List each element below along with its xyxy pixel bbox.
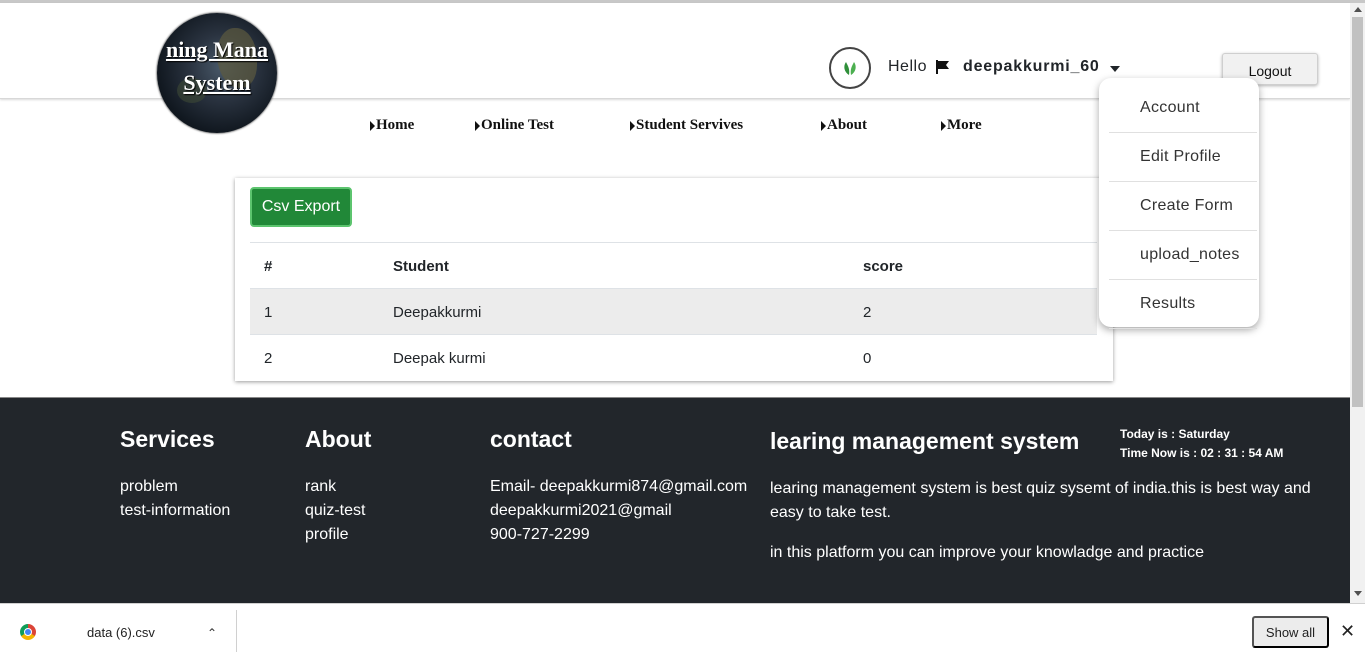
table-row: 2 Deepak kurmi 0 bbox=[250, 335, 1097, 381]
table-cell: 2 bbox=[264, 349, 273, 367]
contact-phone: 900-727-2299 bbox=[490, 526, 590, 543]
lms-description: learing management system is best quiz s… bbox=[770, 480, 1311, 521]
column-header: Student bbox=[393, 257, 449, 275]
download-file-name[interactable]: data (6).csv bbox=[87, 625, 155, 640]
contact-email: Email- deepakkurmi874@gmail.com bbox=[490, 478, 748, 495]
nav-item-about[interactable]: About bbox=[821, 117, 867, 134]
nav-label: Student Servives bbox=[636, 117, 744, 133]
results-card: Csv Export # Student score 1 Deepakkurmi… bbox=[235, 178, 1113, 381]
table-header-row: # Student score bbox=[250, 243, 1097, 289]
site-logo[interactable]: ning Mana System bbox=[157, 13, 277, 133]
contact-email-alt: deepakkurmi2021@gmail bbox=[490, 502, 672, 519]
caret-right-icon bbox=[475, 120, 480, 131]
table-cell: Deepak kurmi bbox=[393, 349, 486, 367]
table-cell: 0 bbox=[863, 349, 872, 367]
nav-item-more[interactable]: More bbox=[941, 117, 982, 134]
greeting-text: Hello bbox=[888, 58, 927, 75]
lms-description-2: in this platform you can improve your kn… bbox=[770, 544, 1204, 561]
user-avatar[interactable] bbox=[829, 47, 871, 89]
menu-item-results[interactable]: Results bbox=[1109, 280, 1257, 329]
menu-item-create-form[interactable]: Create Form bbox=[1109, 182, 1257, 231]
table-cell: Deepakkurmi bbox=[393, 303, 482, 321]
leaf-icon bbox=[844, 62, 856, 75]
nav-item-home[interactable]: Home bbox=[370, 117, 414, 134]
user-dropdown-menu: Account Edit Profile Create Form upload_… bbox=[1099, 78, 1259, 329]
nav-label: Home bbox=[376, 117, 415, 133]
menu-item-upload-notes[interactable]: upload_notes bbox=[1109, 231, 1257, 280]
logo-text-line2: System bbox=[183, 70, 251, 95]
nav-label: Online Test bbox=[481, 117, 554, 133]
menu-item-account[interactable]: Account bbox=[1109, 84, 1257, 133]
caret-right-icon bbox=[821, 120, 826, 131]
close-icon[interactable]: ✕ bbox=[1340, 621, 1355, 642]
column-header: # bbox=[264, 257, 273, 275]
scrollbar-thumb[interactable] bbox=[1352, 17, 1363, 407]
table-cell: 2 bbox=[863, 303, 872, 321]
footer-link-quiz-test[interactable]: quiz-test bbox=[305, 499, 365, 523]
flag-icon bbox=[935, 59, 951, 80]
table-row: 1 Deepakkurmi 2 bbox=[250, 289, 1097, 335]
chevron-down-icon[interactable] bbox=[1110, 66, 1120, 72]
nav-item-student-services[interactable]: Student Servives bbox=[630, 117, 743, 134]
results-table: # Student score 1 Deepakkurmi 2 2 Deepak… bbox=[250, 242, 1097, 381]
chevron-up-icon[interactable]: ⌃ bbox=[207, 626, 217, 640]
footer-link-rank[interactable]: rank bbox=[305, 475, 336, 499]
divider bbox=[236, 610, 237, 652]
footer-services-title: Services bbox=[120, 426, 215, 452]
column-header: score bbox=[863, 257, 904, 275]
download-bar: data (6).csv ⌃ Show all ✕ bbox=[0, 603, 1365, 656]
caret-right-icon bbox=[630, 120, 635, 131]
nav-label: About bbox=[827, 117, 868, 133]
time-now-text: Time Now is : 02 : 31 : 54 AM bbox=[1120, 446, 1284, 460]
table-cell: 1 bbox=[264, 303, 273, 321]
show-all-button[interactable]: Show all bbox=[1252, 616, 1329, 648]
scroll-up-icon[interactable] bbox=[1354, 7, 1362, 12]
username-label[interactable]: deepakkurmi_60 bbox=[963, 58, 1100, 76]
chrome-icon bbox=[20, 624, 36, 640]
scroll-down-icon[interactable] bbox=[1354, 591, 1362, 596]
footer-about-title: About bbox=[305, 426, 372, 452]
footer-lms-title: learing management system bbox=[770, 428, 1080, 454]
csv-export-button[interactable]: Csv Export bbox=[250, 187, 352, 227]
nav-item-online-test[interactable]: Online Test bbox=[475, 117, 554, 134]
footer-contact-title: contact bbox=[490, 426, 572, 452]
footer-link-test-information[interactable]: test-information bbox=[120, 499, 230, 523]
menu-item-edit-profile[interactable]: Edit Profile bbox=[1109, 133, 1257, 182]
logo-text-line1: ning Mana bbox=[165, 37, 269, 62]
nav-label: More bbox=[947, 117, 982, 133]
caret-right-icon bbox=[941, 120, 946, 131]
caret-right-icon bbox=[370, 120, 375, 131]
footer-link-problem[interactable]: problem bbox=[120, 475, 178, 499]
footer-link-profile[interactable]: profile bbox=[305, 523, 349, 547]
site-footer: Services problem test-information About … bbox=[0, 397, 1350, 603]
today-text: Today is : Saturday bbox=[1120, 427, 1230, 441]
page-scrollbar[interactable] bbox=[1350, 3, 1365, 603]
